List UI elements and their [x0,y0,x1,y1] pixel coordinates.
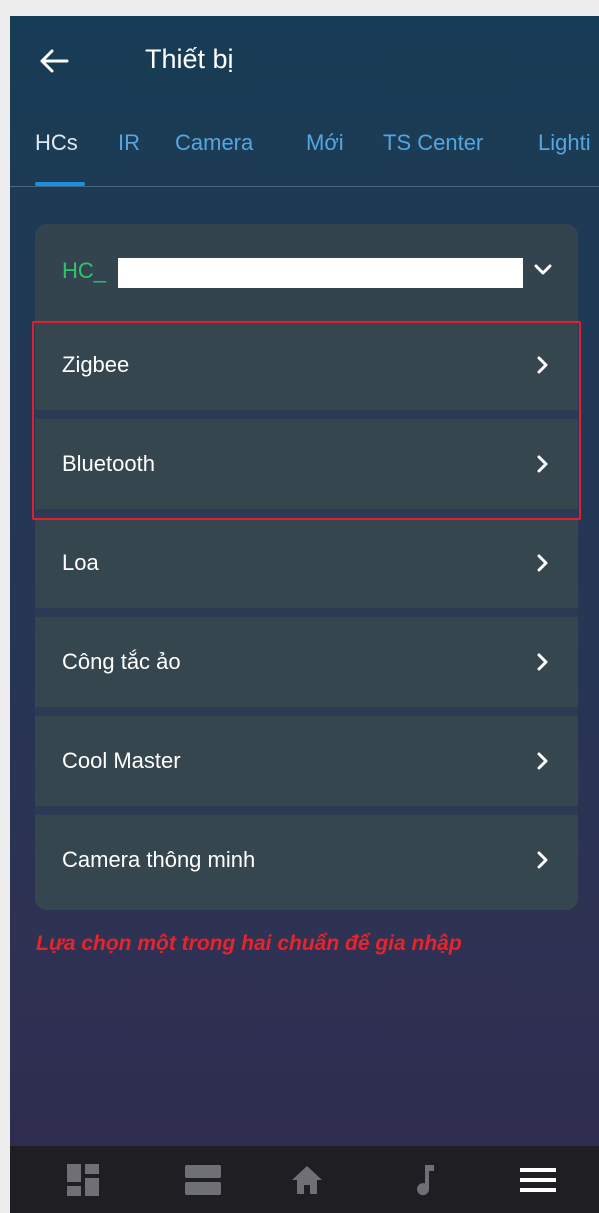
dashboard-icon [67,1164,99,1196]
list-item-label: Bluetooth [62,451,155,476]
list-item-zigbee[interactable]: Zigbee [35,320,578,410]
nav-rooms-button[interactable] [168,1156,238,1204]
tab-moi[interactable]: Mới [306,126,344,160]
tab-ts-center[interactable]: TS Center [383,126,483,160]
home-icon [292,1166,322,1194]
chevron-right-icon [531,350,555,380]
list-item-label: Công tắc ảo [62,649,181,674]
list-item-cool-master[interactable]: Cool Master [35,716,578,806]
tab-ir[interactable]: IR [118,126,140,160]
chevron-down-icon [531,256,555,284]
list-item-cong-tac-ao[interactable]: Công tắc ảo [35,617,578,707]
nav-dashboard-button[interactable] [48,1156,118,1204]
tab-lighting[interactable]: Lighti [538,126,591,160]
row-separator [35,806,578,815]
row-separator [35,707,578,716]
hc-name-label: HC_ [62,258,107,283]
list-item-label: Cool Master [62,748,181,773]
row-separator [35,410,578,419]
list-item-camera-thong-minh[interactable]: Camera thông minh [35,815,578,910]
tabs-divider [10,186,599,187]
chevron-right-icon [531,647,555,677]
annotation-note: Lựa chọn một trong hai chuẩn để gia nhập [36,932,462,955]
page-title: Thiết bị [145,44,234,74]
top-bar: Thiết bị [10,16,599,126]
tab-hcs[interactable]: HCs [35,126,78,160]
row-separator [35,509,578,518]
list-item-label: Camera thông minh [62,847,256,872]
hc-selector[interactable]: HC_ [35,224,578,320]
nav-home-button[interactable] [272,1156,342,1204]
chevron-right-icon [531,449,555,479]
bottom-navigation [10,1146,599,1213]
music-icon [417,1165,434,1196]
nav-music-button[interactable] [390,1156,460,1204]
list-item-bluetooth[interactable]: Bluetooth [35,419,578,509]
device-screen: Thiết bị HCs IR Camera Mới TS Center Lig… [10,16,599,1213]
hc-name-redacted [118,258,523,288]
hc-device-card: HC_ Zigbee Bluetooth Loa Công tắc ảo Coo… [35,224,578,910]
chevron-right-icon [531,845,555,875]
chevron-right-icon [531,548,555,578]
back-button[interactable] [32,44,76,78]
arrow-left-icon [40,49,69,73]
nav-menu-button[interactable] [503,1156,573,1204]
menu-icon [520,1168,556,1192]
row-separator [35,608,578,617]
list-item-label: Loa [62,550,99,575]
list-item-loa[interactable]: Loa [35,518,578,608]
rooms-icon [185,1165,221,1195]
list-item-label: Zigbee [62,352,130,377]
chevron-right-icon [531,746,555,776]
tab-camera[interactable]: Camera [175,126,253,160]
tab-bar: HCs IR Camera Mới TS Center Lighti [10,126,599,188]
